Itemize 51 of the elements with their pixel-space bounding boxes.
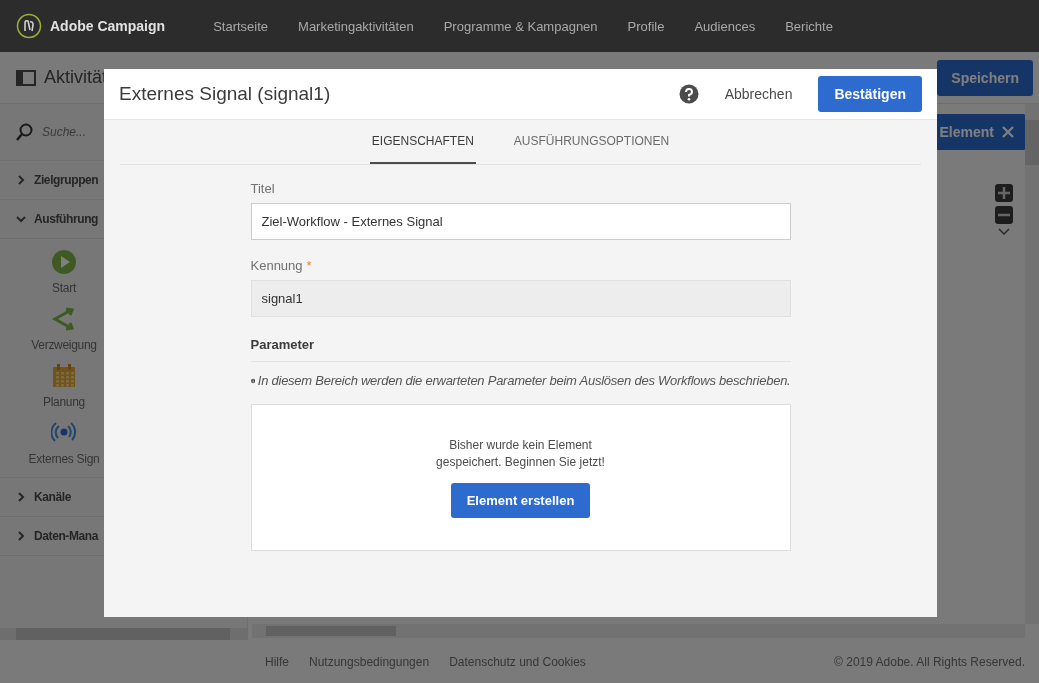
nav-link[interactable]: Audiences: [694, 18, 756, 34]
chevron-right-icon[interactable]: [16, 531, 26, 541]
nav-link[interactable]: Berichte: [785, 18, 833, 34]
copyright-text: © 2019 Adobe. All Rights Reserved.: [834, 654, 1025, 669]
panel-icon[interactable]: [16, 69, 36, 86]
section-heading: Parameter: [250, 335, 791, 362]
chevron-down-icon[interactable]: [16, 214, 26, 224]
close-icon: [1002, 126, 1014, 138]
confirm-button[interactable]: Bestätigen: [818, 76, 922, 112]
tab[interactable]: EIGENSCHAFTEN: [369, 120, 476, 164]
logo-icon[interactable]: [16, 13, 42, 39]
category-label[interactable]: Daten-Mana: [34, 529, 98, 543]
category-label[interactable]: Zielgruppen: [34, 173, 99, 187]
app-name: Adobe Campaign: [50, 18, 166, 34]
dialog-title: Externes Signal (signal1): [119, 83, 331, 105]
tab[interactable]: AUSFÜHRUNGSOPTIONEN: [511, 120, 672, 164]
search-field[interactable]: Suche...: [42, 125, 192, 139]
nav-link[interactable]: Startseite: [213, 18, 269, 34]
footer-link[interactable]: Nutzungsbedingungen: [309, 654, 430, 669]
search-icon: [16, 123, 34, 141]
text-field[interactable]: Ziel-Workflow - Externes Signal: [250, 203, 791, 240]
activity-label[interactable]: Verzweigung: [31, 338, 97, 352]
chevron-down-icon[interactable]: [998, 228, 1010, 236]
branch-icon: [51, 306, 77, 332]
save-button[interactable]: Speichern: [937, 59, 1033, 96]
chevron-right-icon[interactable]: [16, 175, 26, 185]
create-element-button[interactable]: Element erstellen: [450, 483, 591, 518]
activity-label[interactable]: Start: [52, 281, 76, 295]
calendar-icon: [51, 363, 77, 389]
field-label: Titel: [250, 181, 275, 196]
activity-label[interactable]: Planung: [43, 395, 85, 409]
nav-link[interactable]: Programme & Kampagnen: [443, 18, 598, 34]
nav-link[interactable]: Profile: [627, 18, 665, 34]
footer-link[interactable]: Datenschutz und Cookies: [449, 654, 586, 669]
category-label[interactable]: Ausführung: [34, 212, 98, 226]
play-icon: [51, 249, 77, 275]
activity-label[interactable]: Externes Sign: [28, 452, 100, 466]
chevron-right-icon[interactable]: [16, 492, 26, 502]
required-mark: *: [306, 258, 312, 273]
footer-link[interactable]: Hilfe: [265, 654, 289, 669]
scrollbar-thumb[interactable]: [16, 628, 230, 640]
zoom-in-icon[interactable]: [995, 184, 1013, 202]
nav-link[interactable]: Marketingaktivitäten: [298, 18, 414, 34]
empty-message: Bisher wurde kein Element gespeichert. Beginnen Sie jetzt!: [435, 437, 606, 471]
category-label[interactable]: Kanäle: [34, 490, 71, 504]
cancel-button[interactable]: Abbrechen: [712, 78, 805, 110]
scrollbar-thumb[interactable]: [1025, 120, 1039, 165]
help-icon[interactable]: [678, 84, 699, 104]
info-text: In diesem Bereich werden die erwarteten Parameter beim Auslösen des Workflows beschrieben.: [257, 373, 791, 388]
zoom-out-icon[interactable]: [995, 206, 1013, 224]
field-label: Kennung: [250, 258, 303, 273]
